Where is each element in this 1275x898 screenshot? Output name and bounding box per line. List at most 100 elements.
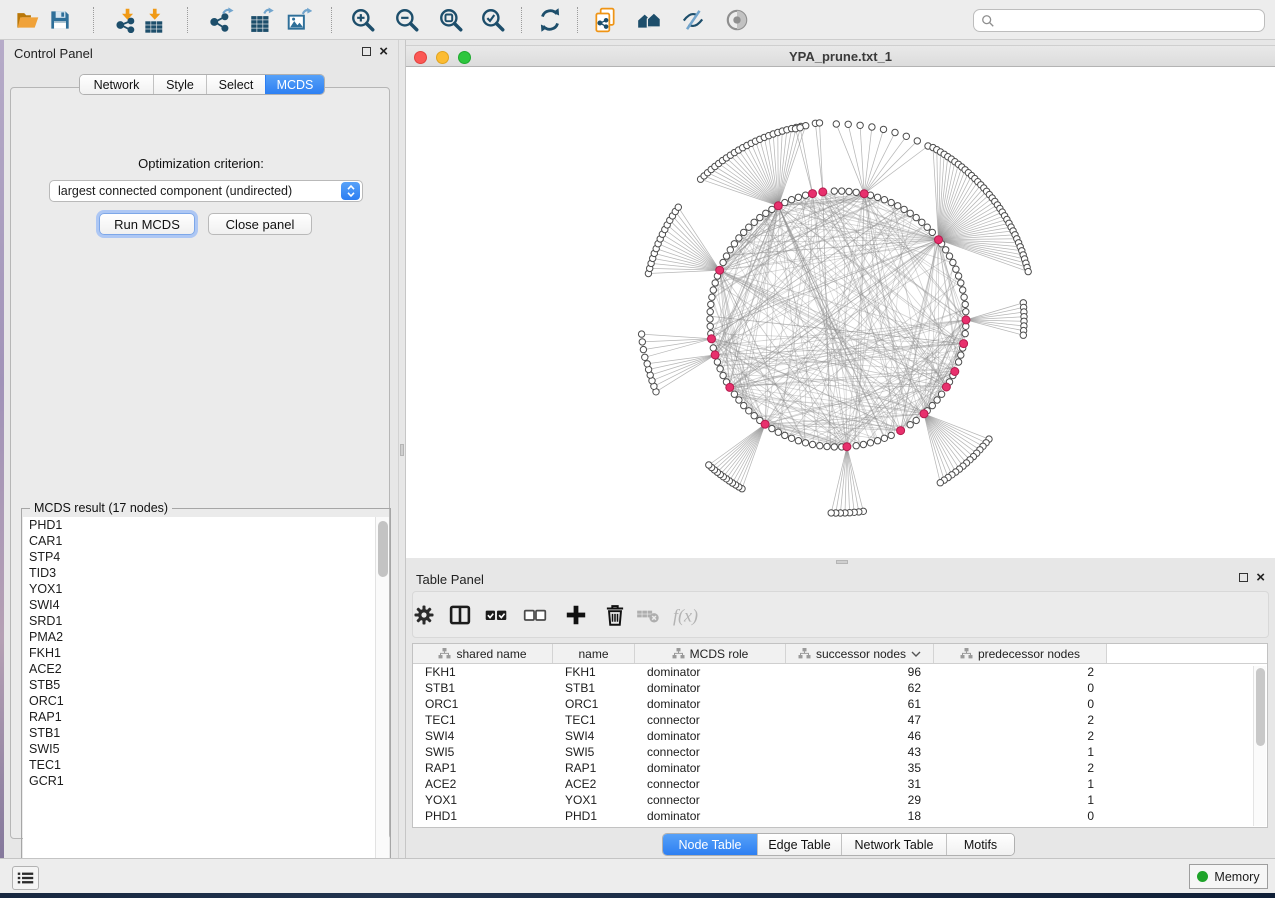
zoom-out-icon[interactable] <box>394 7 420 33</box>
column-header-shared-name[interactable]: shared name <box>413 644 553 663</box>
column-header-successor-nodes[interactable]: successor nodes <box>786 644 934 663</box>
show-hidden-icon[interactable] <box>724 7 750 33</box>
network-node[interactable] <box>961 294 967 300</box>
new-network-from-selection-icon[interactable] <box>592 7 618 33</box>
network-node[interactable] <box>816 120 822 126</box>
table-row[interactable]: ORC1ORC1dominator610 <box>413 696 1267 712</box>
mcds-result-node[interactable]: GCR1 <box>23 773 389 789</box>
mcds-result-node[interactable]: SRD1 <box>23 613 389 629</box>
network-node[interactable] <box>788 197 794 203</box>
network-node[interactable] <box>913 214 919 220</box>
mcds-result-node[interactable]: ORC1 <box>23 693 389 709</box>
network-node[interactable] <box>953 266 959 272</box>
network-node[interactable] <box>802 440 808 446</box>
network-node[interactable] <box>642 354 648 360</box>
tab-edge-table[interactable]: Edge Table <box>757 834 841 855</box>
network-node[interactable] <box>708 301 714 307</box>
network-node[interactable] <box>869 124 875 130</box>
network-node[interactable] <box>709 294 715 300</box>
save-session-icon[interactable] <box>47 7 73 33</box>
network-node[interactable] <box>901 206 907 212</box>
table-settings-gear-icon[interactable] <box>411 602 437 628</box>
network-node[interactable] <box>828 510 834 516</box>
network-node[interactable] <box>757 214 763 220</box>
network-node[interactable] <box>937 480 943 486</box>
network-node[interactable] <box>710 287 716 293</box>
network-node[interactable] <box>763 210 769 216</box>
network-node[interactable] <box>943 247 949 253</box>
network-node[interactable] <box>853 189 859 195</box>
network-node[interactable] <box>1020 332 1026 338</box>
tab-style[interactable]: Style <box>153 75 206 94</box>
mcds-result-node[interactable]: STB5 <box>23 677 389 693</box>
memory-button[interactable]: Memory <box>1189 864 1268 889</box>
vertical-splitter-handle[interactable] <box>400 444 404 456</box>
float-panel-icon[interactable] <box>362 47 371 56</box>
network-node[interactable] <box>809 441 815 447</box>
table-row[interactable]: FKH1FKH1dominator962 <box>413 664 1267 680</box>
network-node[interactable] <box>795 438 801 444</box>
tab-select[interactable]: Select <box>206 75 265 94</box>
network-node[interactable] <box>833 121 839 127</box>
open-file-icon[interactable] <box>15 7 41 33</box>
network-node[interactable] <box>938 391 944 397</box>
network-node[interactable] <box>888 432 894 438</box>
network-node[interactable] <box>712 280 718 286</box>
table-row[interactable]: ACE2ACE2connector311 <box>413 776 1267 792</box>
network-node[interactable] <box>769 425 775 431</box>
network-node[interactable] <box>710 345 716 351</box>
network-node[interactable] <box>955 273 961 279</box>
network-node[interactable] <box>874 194 880 200</box>
tab-node-table[interactable]: Node Table <box>663 834 757 855</box>
network-node[interactable] <box>736 235 742 241</box>
mcds-result-node[interactable]: PHD1 <box>23 517 389 533</box>
network-node[interactable] <box>960 287 966 293</box>
network-node[interactable] <box>706 462 712 468</box>
network-node[interactable] <box>929 229 935 235</box>
tab-network-table[interactable]: Network Table <box>841 834 946 855</box>
network-node[interactable] <box>782 432 788 438</box>
houses-icon[interactable] <box>636 7 662 33</box>
network-node[interactable] <box>741 229 747 235</box>
network-node[interactable] <box>895 203 901 209</box>
table-row[interactable]: SWI5SWI5connector431 <box>413 744 1267 760</box>
horizontal-splitter-handle[interactable] <box>836 560 848 564</box>
select-all-icon[interactable] <box>483 602 509 628</box>
network-node[interactable] <box>723 253 729 259</box>
mcds-node[interactable] <box>716 266 724 274</box>
column-header-predecessor-nodes[interactable]: predecessor nodes <box>934 644 1107 663</box>
network-node[interactable] <box>638 331 644 337</box>
network-node[interactable] <box>731 241 737 247</box>
network-node[interactable] <box>727 247 733 253</box>
table-row[interactable]: PHD1PHD1dominator180 <box>413 808 1267 824</box>
network-node[interactable] <box>824 443 830 449</box>
network-node[interactable] <box>746 408 752 414</box>
vertical-splitter[interactable] <box>398 40 406 858</box>
network-node[interactable] <box>874 438 880 444</box>
mcds-node[interactable] <box>960 340 968 348</box>
network-node[interactable] <box>950 259 956 265</box>
mcds-node[interactable] <box>708 335 716 343</box>
network-node[interactable] <box>919 219 925 225</box>
network-node[interactable] <box>881 197 887 203</box>
network-node[interactable] <box>751 413 757 419</box>
network-node[interactable] <box>707 323 713 329</box>
float-panel-icon[interactable] <box>1239 573 1248 582</box>
network-node[interactable] <box>802 192 808 198</box>
mcds-result-node[interactable]: CAR1 <box>23 533 389 549</box>
tab-motifs[interactable]: Motifs <box>946 834 1014 855</box>
mcds-result-node[interactable]: SWI5 <box>23 741 389 757</box>
mcds-node[interactable] <box>951 368 959 376</box>
optimization-criterion-select[interactable]: largest connected component (undirected) <box>49 180 363 202</box>
network-node[interactable] <box>720 372 726 378</box>
add-column-icon[interactable] <box>563 602 589 628</box>
network-canvas[interactable] <box>406 67 1275 558</box>
network-node[interactable] <box>736 397 742 403</box>
network-node[interactable] <box>797 125 803 131</box>
column-header-MCDS-role[interactable]: MCDS role <box>635 644 786 663</box>
network-node[interactable] <box>958 352 964 358</box>
network-node[interactable] <box>892 129 898 135</box>
close-panel-button[interactable]: Close panel <box>208 213 312 235</box>
search-input[interactable] <box>999 11 1264 30</box>
network-node[interactable] <box>860 441 866 447</box>
